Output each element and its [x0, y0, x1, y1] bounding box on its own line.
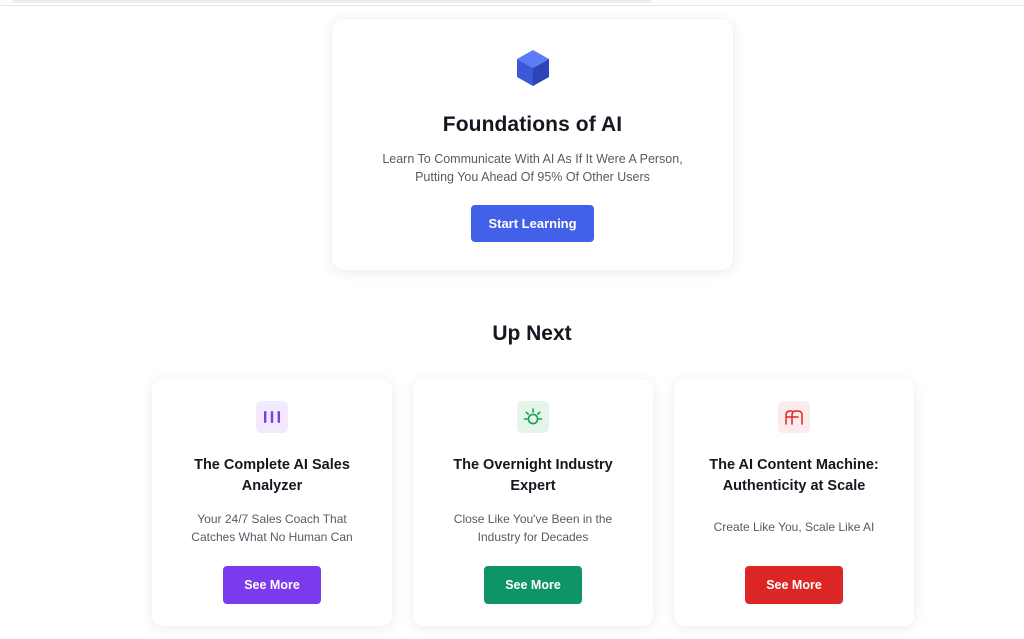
start-learning-button[interactable]: Start Learning [471, 205, 594, 242]
cube-icon [517, 50, 549, 86]
icon-tile [517, 401, 549, 433]
course-card-title: The AI Content Machine: Authenticity at … [688, 455, 900, 497]
course-card-description: Your 24/7 Sales Coach That Catches What … [168, 510, 376, 546]
sun-icon [523, 408, 543, 425]
description-line: Close Like You've Been in the [453, 512, 613, 526]
description-line: Your 24/7 Sales Coach That [197, 512, 347, 526]
see-more-button[interactable]: See More [223, 566, 321, 604]
course-card-industry-expert: The Overnight Industry Expert Close Like… [413, 379, 653, 626]
title-line: The Complete AI Sales [194, 457, 350, 473]
ligature-icon [785, 410, 803, 425]
description-line: Catches What No Human Can [191, 530, 353, 544]
title-line: The Overnight Industry [453, 457, 613, 473]
featured-course-description: Learn To Communicate With AI As If It We… [362, 150, 703, 186]
description-line: Create Like You, Scale Like AI [713, 520, 875, 534]
course-card-title: The Complete AI Sales Analyzer [166, 455, 378, 497]
icon-tile [256, 401, 288, 433]
title-line: Authenticity at Scale [722, 478, 866, 494]
course-card-content-machine: The AI Content Machine: Authenticity at … [674, 379, 914, 626]
title-line: Expert [510, 478, 556, 494]
title-line: The AI Content Machine: [709, 457, 879, 473]
title-line: Analyzer [241, 478, 303, 494]
featured-course-title: Foundations of AI [442, 113, 623, 136]
course-card-description: Create Like You, Scale Like AI [690, 518, 898, 536]
course-card-title: The Overnight Industry Expert [427, 455, 639, 497]
browser-top-strip [0, 0, 1024, 6]
icon-tile [778, 401, 810, 433]
up-next-heading: Up Next [492, 322, 572, 345]
address-bar-shadow [12, 0, 652, 3]
description-line: Industry for Decades [477, 530, 589, 544]
featured-course-card: Foundations of AI Learn To Communicate W… [332, 19, 733, 270]
see-more-button[interactable]: See More [745, 566, 843, 604]
bars-icon [264, 411, 280, 423]
course-card-sales-analyzer: The Complete AI Sales Analyzer Your 24/7… [152, 379, 392, 626]
see-more-button[interactable]: See More [484, 566, 582, 604]
description-line: Putting You Ahead Of 95% Of Other Users [415, 170, 650, 184]
description-line: Learn To Communicate With AI As If It We… [382, 152, 683, 166]
course-card-description: Close Like You've Been in the Industry f… [429, 510, 637, 546]
